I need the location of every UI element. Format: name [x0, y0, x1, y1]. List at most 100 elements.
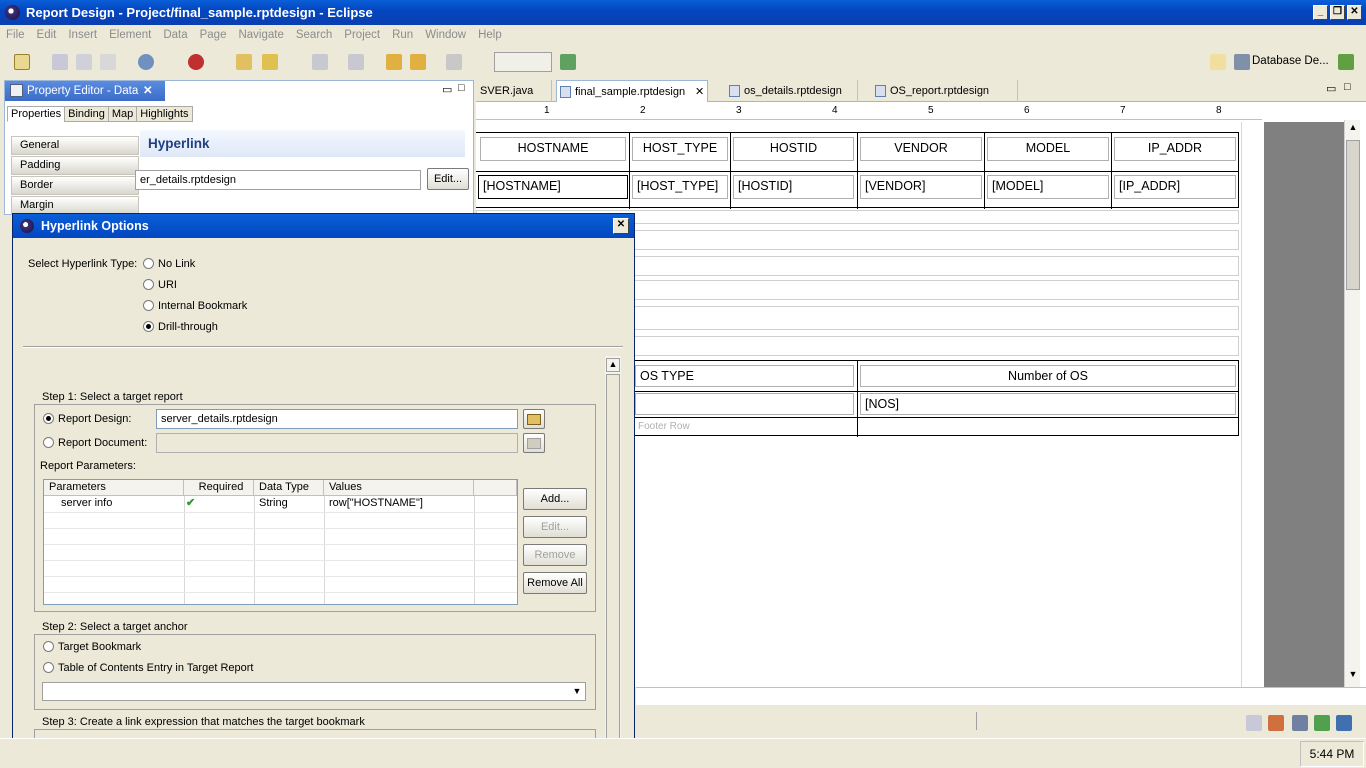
edit-button[interactable]: Edit...	[523, 516, 587, 538]
header-cell[interactable]: MODEL	[987, 137, 1109, 161]
header-cell[interactable]: HOSTID	[733, 137, 854, 161]
os-detail-cell[interactable]	[635, 393, 854, 415]
maximize-editor-icon[interactable]: □	[1344, 81, 1351, 93]
scroll-thumb[interactable]	[1346, 140, 1360, 290]
perspective-label[interactable]: Database De...	[1252, 55, 1329, 67]
os-header-cell[interactable]: OS TYPE	[635, 365, 854, 387]
scroll-thumb[interactable]	[606, 374, 620, 744]
menu-navigate[interactable]: Navigate	[232, 29, 289, 41]
tab-highlights[interactable]: Highlights	[136, 106, 193, 122]
browse-design-button[interactable]	[523, 409, 545, 429]
editor-tab-java[interactable]: SVER.java	[462, 80, 552, 102]
add-button[interactable]: Add...	[523, 488, 587, 510]
dialog-close-button[interactable]: ✕	[613, 218, 629, 234]
remove-button[interactable]: Remove	[523, 544, 587, 566]
toggle-icon[interactable]	[560, 54, 576, 70]
outline-icon[interactable]	[1292, 715, 1308, 731]
back-icon[interactable]	[410, 54, 426, 70]
scroll-down-icon[interactable]: ▼	[1346, 669, 1360, 683]
eclipse-logo-icon	[20, 219, 34, 233]
close-tab-icon[interactable]: ✕	[143, 81, 153, 101]
anchor-combo[interactable]: ▼	[42, 682, 586, 701]
detail-cell[interactable]: [IP_ADDR]	[1114, 175, 1236, 199]
minimize-button[interactable]: _	[1313, 5, 1328, 20]
save-all-icon[interactable]	[76, 54, 92, 70]
menu-run[interactable]: Run	[386, 29, 419, 41]
open-icon[interactable]	[236, 54, 252, 70]
close-editor-icon[interactable]: ✕	[695, 81, 704, 103]
header-cell[interactable]: IP_ADDR	[1114, 137, 1236, 161]
palette-icon[interactable]	[1268, 715, 1284, 731]
last-edit-icon[interactable]	[386, 54, 402, 70]
menu-file[interactable]: File	[0, 29, 31, 41]
menu-edit[interactable]: Edit	[31, 29, 63, 41]
run-icon[interactable]	[188, 54, 204, 70]
dialog-scrollbar[interactable]: ▲	[605, 356, 621, 744]
menu-element[interactable]: Element	[103, 29, 157, 41]
tab-properties[interactable]: Properties	[7, 106, 66, 122]
column-header[interactable]: Data Type	[254, 480, 324, 496]
column-header[interactable]: Required	[184, 480, 254, 496]
close-window-button[interactable]: ✕	[1347, 5, 1362, 20]
column-header[interactable]: Parameters	[44, 480, 184, 496]
menu-insert[interactable]: Insert	[62, 29, 103, 41]
param-name: server info	[61, 497, 113, 509]
menu-project[interactable]: Project	[338, 29, 386, 41]
detail-cell[interactable]: [HOSTID]	[733, 175, 854, 199]
detail-cell[interactable]: [HOST_TYPE]	[632, 175, 728, 199]
save-icon[interactable]	[52, 54, 68, 70]
console-icon[interactable]	[1336, 715, 1352, 731]
property-editor-tab[interactable]: Property Editor - Data ✕	[5, 81, 165, 101]
next-annotation-icon[interactable]	[312, 54, 328, 70]
header-cell[interactable]: VENDOR	[860, 137, 982, 161]
browse-document-button[interactable]	[523, 433, 545, 453]
detail-cell[interactable]: [VENDOR]	[860, 175, 982, 199]
vertical-scrollbar[interactable]: ▲ ▼	[1344, 120, 1360, 687]
forward-icon[interactable]	[446, 54, 462, 70]
menu-data[interactable]: Data	[157, 29, 193, 41]
menu-help[interactable]: Help	[472, 29, 508, 41]
java-perspective-icon[interactable]	[1338, 54, 1354, 70]
editor-tab-os-details[interactable]: os_details.rptdesign	[726, 80, 858, 102]
scroll-up-icon[interactable]: ▲	[606, 358, 620, 372]
status-divider	[976, 712, 977, 730]
fast-view-icon[interactable]	[1246, 715, 1262, 731]
detail-cell[interactable]: [MODEL]	[987, 175, 1109, 199]
menu-page[interactable]: Page	[194, 29, 233, 41]
column-header[interactable]: Values	[324, 480, 474, 496]
table-row[interactable]: server info ✔ String row["HOSTNAME"]	[44, 496, 517, 512]
chevron-down-icon[interactable]: ▼	[569, 683, 585, 700]
report-file-icon	[729, 85, 740, 97]
open-perspective-icon[interactable]	[1210, 54, 1226, 70]
menu-search[interactable]: Search	[290, 29, 338, 41]
os-detail-cell[interactable]: [NOS]	[860, 393, 1236, 415]
hyperlink-field[interactable]: er_details.rptdesign	[135, 170, 421, 190]
menu-window[interactable]: Window	[419, 29, 472, 41]
restore-button[interactable]: ❐	[1330, 5, 1345, 20]
new-icon[interactable]	[14, 54, 30, 70]
editor-tab-final-sample[interactable]: final_sample.rptdesign ✕	[556, 80, 708, 102]
zoom-combo[interactable]	[494, 52, 552, 72]
remove-all-button[interactable]: Remove All	[523, 572, 587, 594]
report-document-input[interactable]	[156, 433, 518, 453]
tab-map[interactable]: Map	[107, 106, 138, 122]
category-border[interactable]: Border	[11, 176, 139, 195]
detail-cell[interactable]: [HOSTNAME]	[478, 175, 628, 199]
header-cell[interactable]: HOST_TYPE	[632, 137, 728, 161]
scroll-up-icon[interactable]: ▲	[1346, 122, 1360, 136]
edit-hyperlink-button[interactable]: Edit...	[427, 168, 469, 190]
os-header-cell[interactable]: Number of OS	[860, 365, 1236, 387]
prev-annotation-icon[interactable]	[348, 54, 364, 70]
minimize-editor-icon[interactable]: ▭	[1326, 82, 1336, 95]
wand-icon[interactable]	[262, 54, 278, 70]
preview-icon[interactable]	[138, 54, 154, 70]
header-cell[interactable]: HOSTNAME	[480, 137, 626, 161]
settings-icon[interactable]	[1314, 715, 1330, 731]
minimize-view-icon[interactable]: ▭	[442, 83, 452, 96]
editor-tab-os-report[interactable]: OS_report.rptdesign	[872, 80, 1018, 102]
tab-binding[interactable]: Binding	[64, 106, 109, 122]
category-general[interactable]: General	[11, 136, 139, 155]
category-padding[interactable]: Padding	[11, 156, 139, 175]
print-icon[interactable]	[100, 54, 116, 70]
report-design-input[interactable]: server_details.rptdesign	[156, 409, 518, 429]
